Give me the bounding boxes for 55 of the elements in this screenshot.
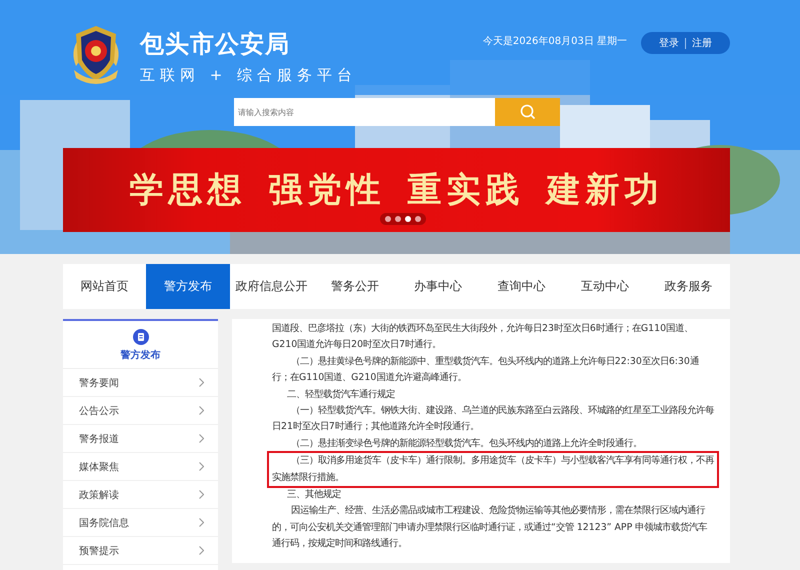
sidebar-item-label: 警务报道 bbox=[79, 432, 119, 446]
sidebar-item-label: 国务院信息 bbox=[79, 516, 129, 530]
paragraph: （三）取消多用途货车（皮卡车）通行限制。多用途货车（皮卡车）与小型载客汽车享有同等通行权，不再实施禁限行措施。 bbox=[268, 452, 718, 488]
chevron-icon bbox=[199, 518, 204, 527]
chevron-icon bbox=[199, 490, 204, 499]
sidebar-item-label: 预警提示 bbox=[79, 544, 119, 558]
paragraph: （一）轻型载货汽车。钢铁大街、建设路、乌兰道的民族东路至白云路段、环城路的红星至工业路段允许每日21时至次日7时通行；其他道路允许全时段通行。 bbox=[271, 404, 715, 434]
section-heading: 三、其他规定 bbox=[286, 488, 342, 502]
carousel-dot[interactable] bbox=[415, 216, 421, 222]
register-link[interactable]: 注册 bbox=[686, 36, 718, 50]
nav-tab[interactable]: 政务服务 bbox=[646, 264, 730, 309]
chevron-icon bbox=[199, 462, 204, 471]
chevron-icon bbox=[199, 546, 204, 555]
search-icon bbox=[520, 104, 536, 120]
site-subtitle: 互联网 + 综合服务平台 bbox=[140, 66, 358, 85]
section-heading: 二、轻型载货汽车通行规定 bbox=[286, 388, 396, 402]
chevron-icon bbox=[199, 378, 204, 387]
paragraph: （二）悬挂渐变绿色号牌的新能源轻型载货汽车。包头环线内的道路上允许全时段通行。 bbox=[290, 436, 643, 451]
paragraph: （二）悬挂黄绿色号牌的新能源中、重型载货汽车。包头环线内的道路上允许每日22:30至次日6:30通行；在G110国道、G210国道允许避高峰通行。 bbox=[271, 354, 700, 386]
date-text: 今天是2026年08月03日 星期一 bbox=[482, 34, 627, 48]
nav-tab[interactable]: 查询中心 bbox=[480, 264, 564, 309]
banner-slogan: 强党性 bbox=[268, 169, 386, 212]
sidebar-title: 警方发布 bbox=[120, 348, 160, 362]
document-icon bbox=[132, 329, 148, 345]
chevron-icon bbox=[199, 406, 204, 415]
site-title: 包头市公安局 bbox=[140, 29, 291, 60]
sidebar-item-label: 公告公示 bbox=[79, 404, 119, 418]
sidebar-item[interactable]: 预警提示 bbox=[63, 537, 218, 565]
nav-tab[interactable]: 政府信息公开 bbox=[230, 264, 314, 309]
sidebar-item-label: 媒体聚焦 bbox=[79, 460, 119, 474]
carousel-dot[interactable] bbox=[395, 216, 401, 222]
paragraph: 因运输生产、经营、生活必需品或城市工程建设、危险货物运输等其他必要情形，需在禁限行区域内通行的，可向公安机关交通管理部门申请办理禁限行区临时通行证，或通过“交管 12123” APP 申领城市载货汽车通行码，按规定时间和路线通行。 bbox=[271, 504, 708, 552]
search-field[interactable]: 请输入搜索内容 bbox=[234, 98, 495, 126]
sidebar-item[interactable]: 政策解读 bbox=[63, 481, 218, 509]
banner-slogan: 重实践 bbox=[408, 169, 524, 212]
sidebar-item[interactable]: 媒体聚焦 bbox=[63, 453, 218, 481]
nav-tab[interactable]: 互动中心 bbox=[563, 264, 647, 309]
nav-tab[interactable]: 办事中心 bbox=[396, 264, 480, 309]
chevron-icon bbox=[199, 434, 204, 443]
banner-slogan: 建新功 bbox=[546, 169, 664, 212]
nav-tab[interactable]: 网站首页 bbox=[63, 264, 146, 309]
carousel-dot[interactable] bbox=[385, 216, 391, 222]
banner-slogan: 学思想 bbox=[130, 169, 246, 212]
sidebar-item[interactable]: 公告公示 bbox=[63, 397, 218, 425]
paragraph: 国道段、巴彦塔拉（东）大街的铁西环岛至民生大街段外，允许每日23时至次日6时通行；在G110国道、G210国道允许每日20时至次日7时通行。 bbox=[271, 322, 694, 352]
sidebar-item[interactable]: 警务要闻 bbox=[63, 369, 218, 397]
nav-tab[interactable]: 警方发布 bbox=[146, 264, 230, 309]
sidebar-item[interactable]: 国务院信息 bbox=[63, 509, 218, 537]
sidebar-item-label: 政策解读 bbox=[79, 488, 119, 502]
sidebar-item[interactable]: 警务报道 bbox=[63, 425, 218, 453]
login-link[interactable]: 登录 bbox=[653, 36, 685, 50]
carousel-dot[interactable] bbox=[405, 216, 411, 222]
sidebar-item-label: 警务要闻 bbox=[79, 376, 119, 390]
nav-tab[interactable]: 警务公开 bbox=[313, 264, 396, 309]
search-button[interactable] bbox=[495, 98, 560, 126]
